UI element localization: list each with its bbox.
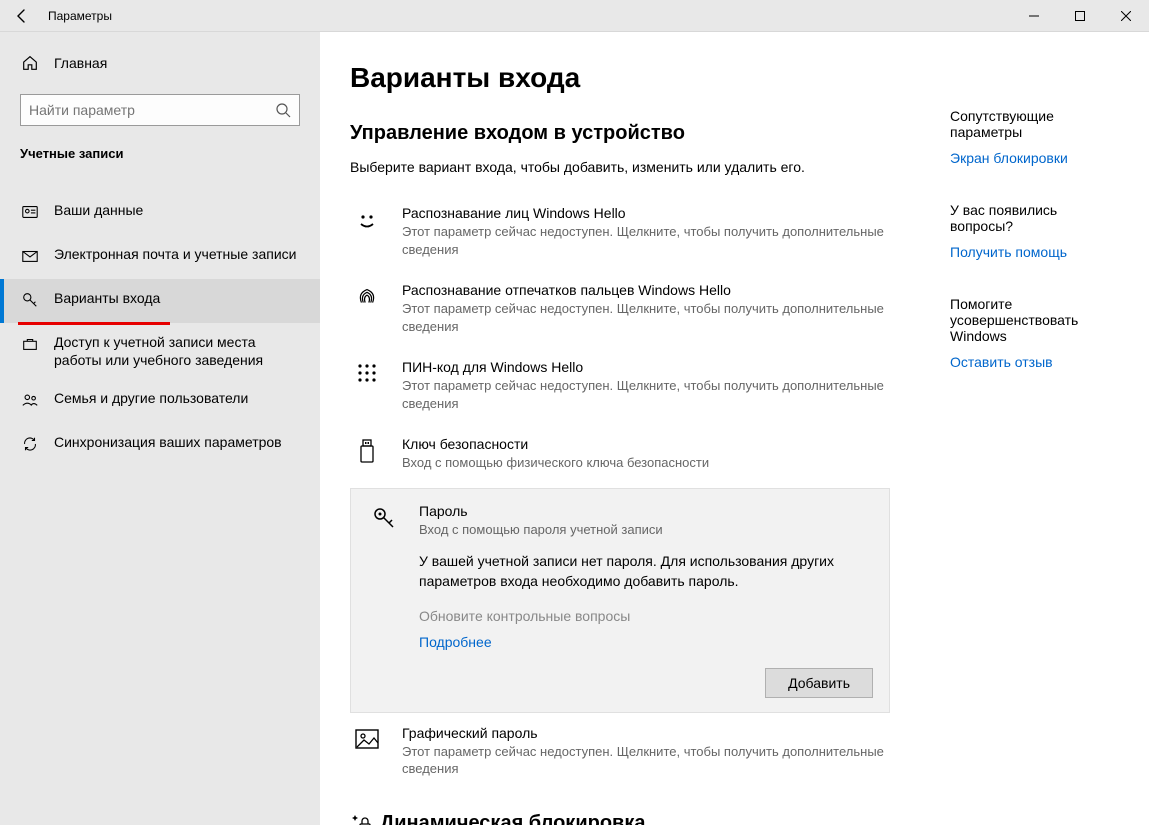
option-title: Распознавание отпечатков пальцев Windows… — [402, 282, 890, 298]
sidebar-item-label: Варианты входа — [54, 289, 160, 307]
option-desc: Этот параметр сейчас недоступен. Щелкнит… — [402, 300, 890, 335]
sidebar-item-sync[interactable]: Синхронизация ваших параметров — [0, 423, 320, 467]
option-title: Пароль — [419, 503, 873, 519]
close-button[interactable] — [1103, 0, 1149, 32]
feedback-title: Помогите усовершенствовать Windows — [950, 296, 1109, 344]
maximize-button[interactable] — [1057, 0, 1103, 32]
sidebar-item-label: Синхронизация ваших параметров — [54, 433, 282, 451]
section-title: Управление входом в устройство — [350, 122, 890, 145]
option-security-key[interactable]: Ключ безопасности Вход с помощью физичес… — [350, 424, 890, 484]
home-label: Главная — [54, 55, 107, 71]
mail-icon — [20, 247, 40, 265]
sidebar: Главная Учетные записи Ваши данные Элект… — [0, 32, 320, 825]
intro-text: Выберите вариант входа, чтобы добавить, … — [350, 159, 890, 175]
feedback-link[interactable]: Оставить отзыв — [950, 354, 1053, 370]
sidebar-item-label: Электронная почта и учетные записи — [54, 245, 296, 263]
sidebar-item-label: Ваши данные — [54, 201, 143, 219]
related-params-block: Сопутствующие параметры Экран блокировки — [950, 108, 1109, 166]
sidebar-item-signin-options[interactable]: Варианты входа — [0, 279, 320, 323]
sidebar-item-work-access[interactable]: Доступ к учетной записи места работы или… — [0, 323, 320, 379]
id-card-icon — [20, 203, 40, 221]
password-details: У вашей учетной записи нет пароля. Для и… — [367, 552, 873, 591]
option-picture-password[interactable]: Графический пароль Этот параметр сейчас … — [350, 713, 890, 790]
more-link[interactable]: Подробнее — [419, 634, 492, 650]
add-button[interactable]: Добавить — [765, 668, 873, 698]
sidebar-item-label: Доступ к учетной записи места работы или… — [54, 333, 300, 369]
get-help-link[interactable]: Получить помощь — [950, 244, 1067, 260]
option-face-recognition[interactable]: Распознавание лиц Windows Hello Этот пар… — [350, 193, 890, 270]
sidebar-item-label: Семья и другие пользователи — [54, 389, 248, 407]
feedback-block: Помогите усовершенствовать Windows Остав… — [950, 296, 1109, 370]
questions-block: У вас появились вопросы? Получить помощь — [950, 202, 1109, 260]
back-button[interactable] — [0, 0, 44, 32]
fingerprint-icon — [350, 282, 384, 335]
lock-screen-link[interactable]: Экран блокировки — [950, 150, 1068, 166]
key-icon — [20, 291, 40, 309]
arrow-left-icon — [14, 8, 30, 24]
picture-icon — [350, 725, 384, 778]
related-title: Сопутствующие параметры — [950, 108, 1109, 140]
option-title: Ключ безопасности — [402, 436, 890, 452]
minimize-button[interactable] — [1011, 0, 1057, 32]
window-title: Параметры — [44, 9, 112, 23]
briefcase-icon — [20, 335, 40, 353]
option-desc: Вход с помощью пароля учетной записи — [419, 521, 873, 539]
face-icon — [350, 205, 384, 258]
password-key-icon — [367, 503, 401, 539]
option-desc: Этот параметр сейчас недоступен. Щелкнит… — [402, 743, 890, 778]
option-pin[interactable]: ПИН-код для Windows Hello Этот параметр … — [350, 347, 890, 424]
search-box[interactable] — [20, 94, 300, 126]
option-desc: Вход с помощью физического ключа безопас… — [402, 454, 890, 472]
usb-key-icon — [350, 436, 384, 472]
home-button[interactable]: Главная — [0, 46, 320, 80]
minimize-icon — [1029, 11, 1039, 21]
search-input[interactable] — [29, 102, 275, 118]
dynamic-lock-heading: Динамическая блокировка — [350, 812, 890, 825]
dynamic-lock-title: Динамическая блокировка — [380, 812, 645, 825]
option-title: Графический пароль — [402, 725, 890, 741]
sidebar-item-your-info[interactable]: Ваши данные — [0, 191, 320, 235]
sync-icon — [20, 435, 40, 453]
option-fingerprint[interactable]: Распознавание отпечатков пальцев Windows… — [350, 270, 890, 347]
page-title: Варианты входа — [350, 62, 890, 94]
content-area: Варианты входа Управление входом в устро… — [320, 32, 1149, 825]
sidebar-section-label: Учетные записи — [0, 146, 320, 173]
option-password[interactable]: Пароль Вход с помощью пароля учетной зап… — [350, 488, 890, 713]
option-title: Распознавание лиц Windows Hello — [402, 205, 890, 221]
option-desc: Этот параметр сейчас недоступен. Щелкнит… — [402, 377, 890, 412]
search-icon — [275, 102, 291, 118]
close-icon — [1121, 11, 1131, 21]
home-icon — [20, 54, 40, 72]
sidebar-item-email[interactable]: Электронная почта и учетные записи — [0, 235, 320, 279]
password-security-questions: Обновите контрольные вопросы — [367, 608, 873, 624]
option-desc: Этот параметр сейчас недоступен. Щелкнит… — [402, 223, 890, 258]
keypad-icon — [350, 359, 384, 412]
option-title: ПИН-код для Windows Hello — [402, 359, 890, 375]
questions-title: У вас появились вопросы? — [950, 202, 1109, 234]
people-icon — [20, 391, 40, 409]
sparkle-lock-icon — [350, 812, 372, 825]
titlebar: Параметры — [0, 0, 1149, 32]
maximize-icon — [1075, 11, 1085, 21]
sidebar-item-family[interactable]: Семья и другие пользователи — [0, 379, 320, 423]
